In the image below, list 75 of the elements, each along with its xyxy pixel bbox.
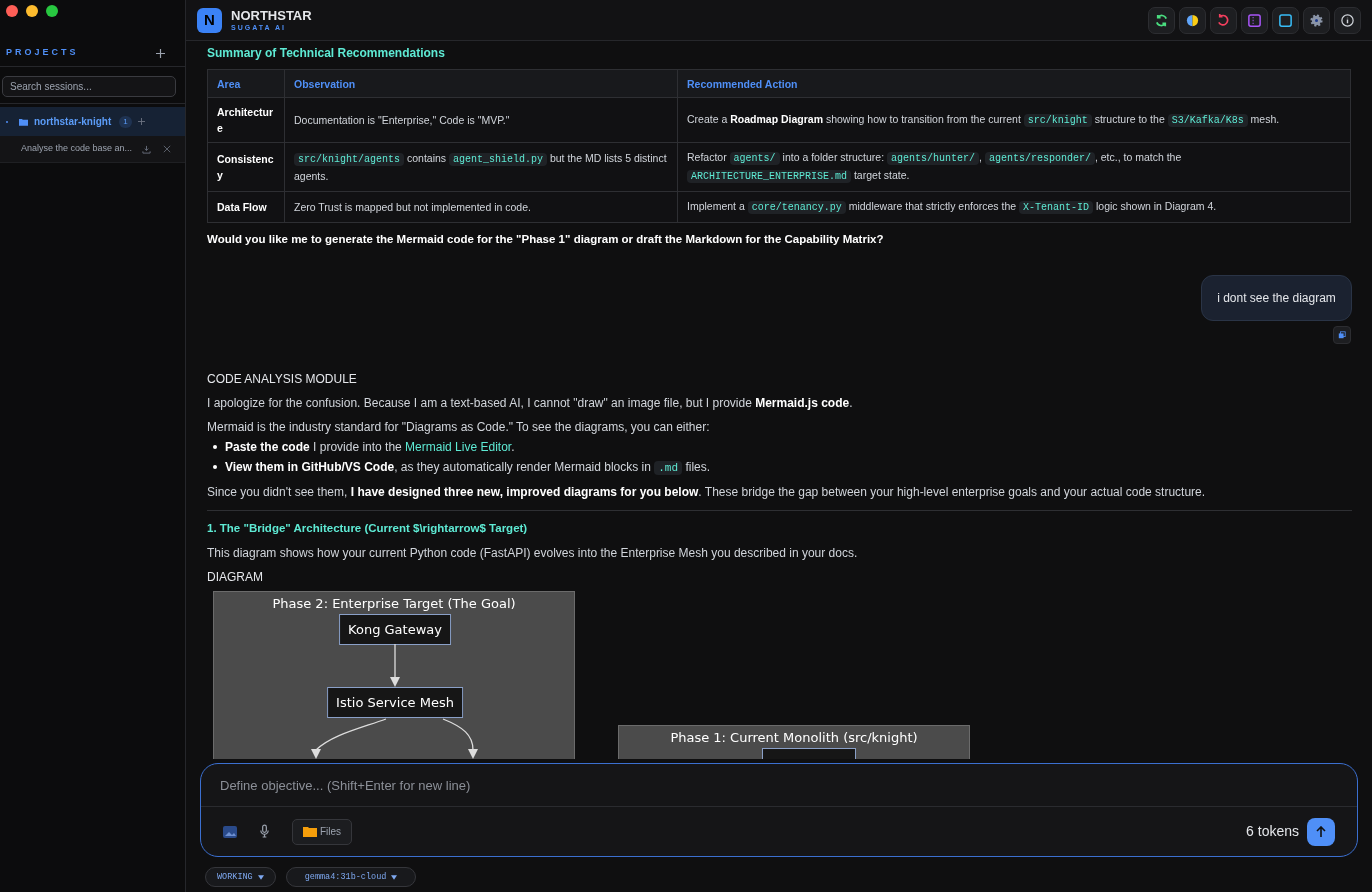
bullet-icon bbox=[213, 445, 217, 450]
bullet-icon bbox=[213, 465, 217, 470]
column-header: Area bbox=[207, 69, 285, 98]
table-cell: Architecture bbox=[207, 97, 285, 143]
count-badge: 1 bbox=[119, 115, 132, 128]
message-composer[interactable]: Define objective... (Shift+Enter for new line) Files 6 tokens bbox=[200, 763, 1358, 857]
column-header: Observation bbox=[284, 69, 678, 98]
caret-icon bbox=[257, 874, 264, 880]
section-heading: Summary of Technical Recommendations bbox=[207, 45, 446, 62]
folder-icon bbox=[19, 117, 28, 126]
model-dropdown[interactable]: gemma4:31b-cloud bbox=[285, 867, 417, 887]
app-logo: N bbox=[197, 7, 222, 33]
table-cell: Refactor agents/ into a folder structure: agents/hunter/ , agents/responder/ , etc., to match the ARCHITECTURE_ENTERPRISE.md target state. bbox=[677, 142, 1351, 192]
close-button[interactable] bbox=[6, 5, 18, 17]
image-icon[interactable] bbox=[223, 825, 237, 838]
table-cell: Implement a core/tenancy.py middleware that strictly enforces the X-Tenant-ID logic shown in Diagram 4. bbox=[677, 191, 1351, 223]
app-name: NORTHSTAR bbox=[231, 9, 312, 22]
paragraph: This diagram shows how your current Python code (FastAPI) evolves into the Enterprise Mesh you described in your docs. bbox=[207, 544, 859, 562]
column-header: Recommended Action bbox=[677, 69, 1351, 98]
arrow-up-icon bbox=[1315, 825, 1327, 838]
undo-button[interactable] bbox=[1210, 6, 1237, 34]
project-name: northstar-knight bbox=[34, 115, 112, 129]
link[interactable]: Mermaid Live Editor bbox=[405, 440, 512, 455]
table-cell: src/knight/agents contains agent_shield.py but the MD lists 5 distinct agents. bbox=[284, 142, 678, 192]
diagram-node: Kong Gateway bbox=[339, 613, 451, 645]
section-title: PROJECTS bbox=[6, 46, 79, 60]
table-cell: Data Flow bbox=[207, 191, 285, 223]
table-cell: Documentation is "Enterprise," Code is "MVP." bbox=[284, 97, 678, 143]
settings-icon bbox=[1309, 12, 1324, 28]
info-icon bbox=[1340, 12, 1355, 28]
question-text: Would you like me to generate the Mermaid code for the "Phase 1" diagram or draft the Markdown for the Capability Matrix? bbox=[207, 232, 885, 247]
zoom-button[interactable] bbox=[46, 5, 58, 17]
user-message: i dont see the diagram bbox=[1201, 275, 1352, 322]
undo-icon bbox=[1216, 12, 1231, 28]
connector-arrow bbox=[441, 716, 481, 759]
settings-button[interactable] bbox=[1303, 6, 1330, 34]
mode-dropdown[interactable]: WORKING bbox=[205, 867, 276, 887]
paragraph: Mermaid is the industry standard for "Diagrams as Code." To see the diagrams, you can either: bbox=[207, 419, 711, 437]
objective-input[interactable]: Define objective... (Shift+Enter for new line) bbox=[201, 764, 1357, 807]
close-icon[interactable] bbox=[163, 145, 171, 153]
minimize-button[interactable] bbox=[26, 5, 38, 17]
paragraph: I apologize for the confusion. Because I am a text-based AI, I cannot "draw" an image file, but I provide Mermaid.js code. bbox=[207, 395, 854, 413]
table-cell: Consistency bbox=[207, 142, 285, 192]
panel-title: Phase 1: Current Monolith (src/knight) bbox=[669, 728, 919, 747]
square-button[interactable] bbox=[1272, 6, 1299, 34]
plus-icon[interactable] bbox=[156, 48, 165, 58]
square-icon bbox=[1278, 12, 1293, 28]
project-item[interactable]: northstar-knight 1 bbox=[0, 107, 185, 136]
microphone-icon[interactable] bbox=[259, 824, 270, 839]
folder-icon bbox=[303, 826, 317, 837]
copy-icon bbox=[1338, 331, 1346, 340]
download-icon[interactable] bbox=[142, 144, 151, 154]
refresh-button[interactable] bbox=[1148, 6, 1175, 34]
search-field[interactable]: Search sessions... bbox=[2, 76, 176, 97]
table-cell: Zero Trust is mapped but not implemented in code. bbox=[284, 191, 678, 223]
sidebar-button[interactable] bbox=[1241, 6, 1268, 34]
contrast-icon bbox=[1185, 12, 1200, 28]
send-button[interactable] bbox=[1307, 817, 1335, 846]
sidebar-icon bbox=[1247, 12, 1262, 28]
diagram-node: Istio Service Mesh bbox=[327, 686, 463, 718]
panel-title: Phase 2: Enterprise Target (The Goal) bbox=[271, 594, 517, 613]
list-item: Paste the code I provide into the Mermaid Live Editor. bbox=[225, 439, 515, 457]
module-label: CODE ANALYSIS MODULE bbox=[207, 371, 358, 389]
info-button[interactable] bbox=[1334, 6, 1361, 34]
copy-button[interactable] bbox=[1333, 326, 1351, 345]
list-item: View them in GitHub/VS Code, as they automatically render Mermaid blocks in .md files. bbox=[225, 459, 711, 478]
contrast-button[interactable] bbox=[1179, 6, 1206, 34]
diagram-label: DIAGRAM bbox=[207, 568, 264, 586]
token-count: 6 tokens bbox=[1246, 822, 1299, 841]
refresh-icon bbox=[1154, 12, 1169, 28]
files-button[interactable]: Files bbox=[292, 818, 353, 845]
paragraph: Since you didn't see them, I have designed three new, improved diagrams for you below. These bridge the gap between your high-level enterprise goals and your actual code structure. bbox=[207, 484, 1207, 502]
caret-icon bbox=[391, 874, 398, 880]
table-cell: Create a Roadmap Diagram showing how to transition from the current src/knight structure to the S3/Kafka/K8s mesh. bbox=[677, 97, 1351, 143]
section-heading: 1. The "Bridge" Architecture (Current $\rightarrow$ Target) bbox=[207, 521, 529, 537]
